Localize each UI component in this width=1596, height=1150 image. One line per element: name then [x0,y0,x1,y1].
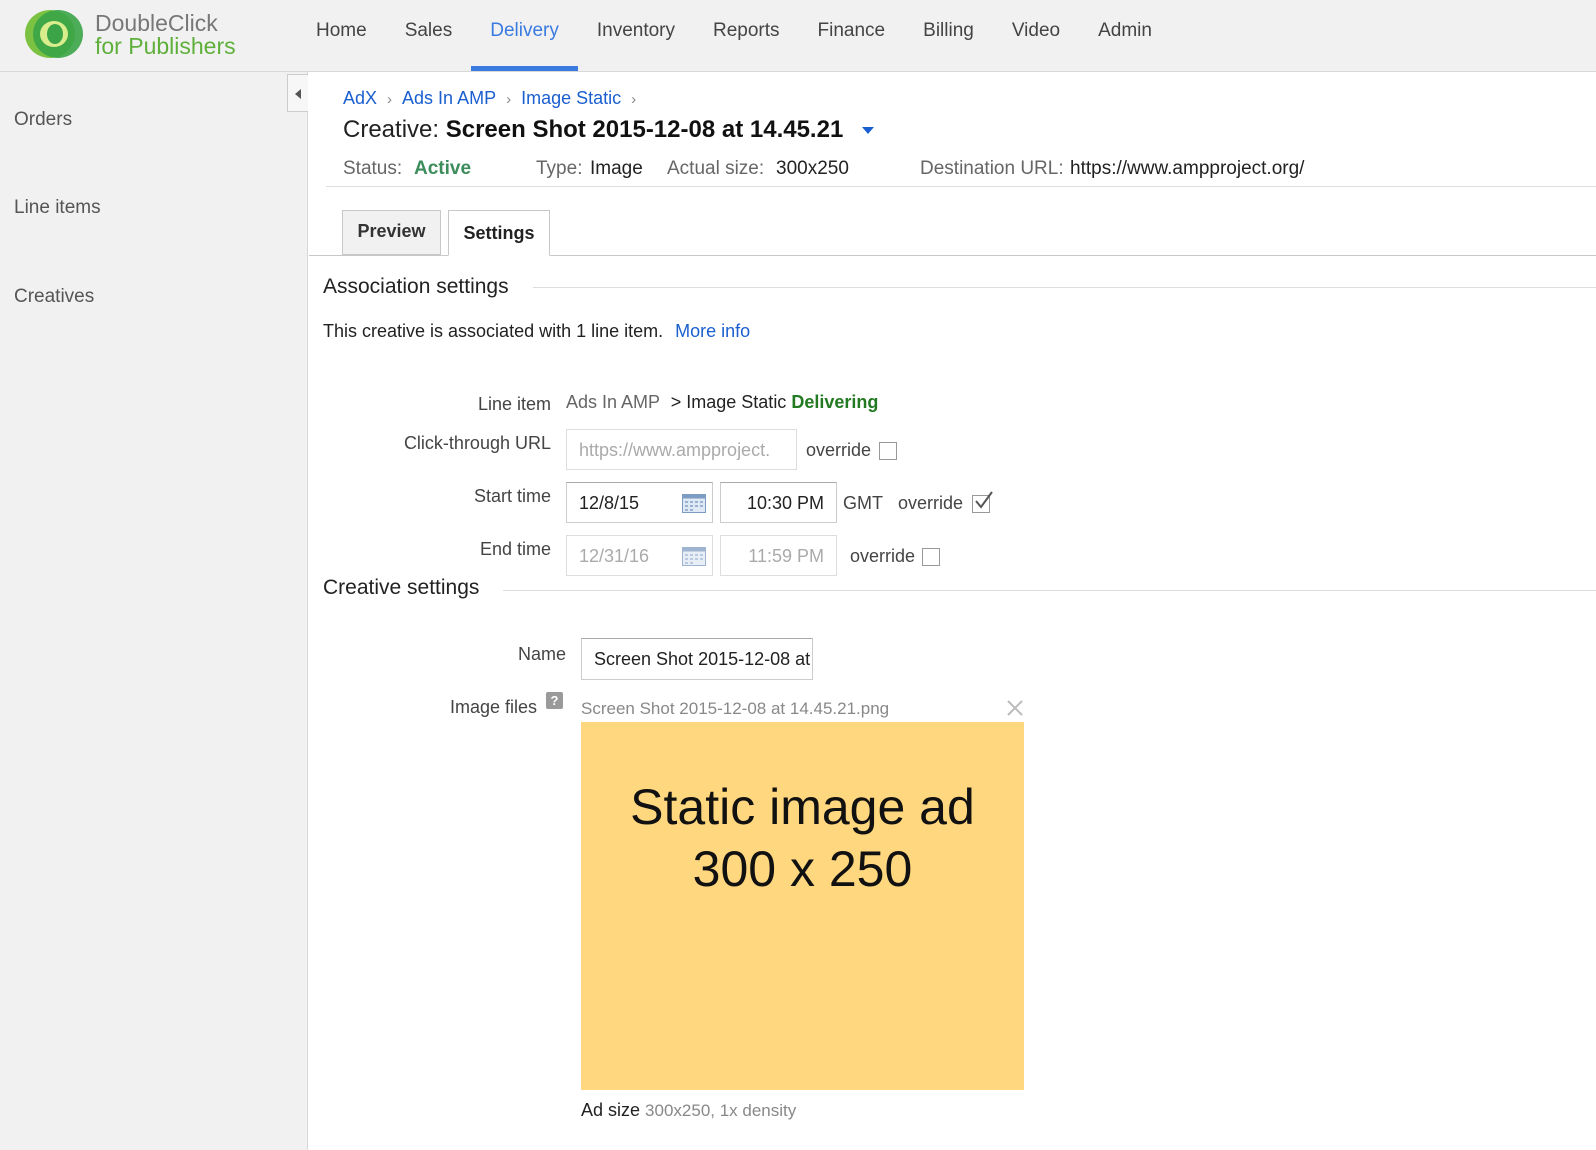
logo-line-1: DoubleClick [95,10,218,36]
association-settings-heading: Association settings [323,275,509,298]
start-time-input[interactable]: 10:30 PM [720,482,837,523]
nav-finance[interactable]: Finance [799,0,905,72]
nav-admin[interactable]: Admin [1079,0,1171,72]
start-override-checkbox[interactable] [972,491,993,513]
ad-image-preview: Static image ad 300 x 250 [581,722,1024,1090]
timezone-label: GMT [843,493,883,513]
logo-text: DoubleClick for Publishers [95,12,236,58]
start-time-label: Start time [473,486,551,506]
destination-url: https://www.ampproject.org/ [1070,158,1305,179]
association-text: This creative is associated with 1 line … [323,321,750,342]
checkmark-icon [975,491,993,509]
line-item-name[interactable]: Image Static [686,392,786,412]
breadcrumb: AdX › Ads In AMP › Image Static › [343,88,646,109]
breadcrumb-separator: › [506,91,512,108]
end-date-input[interactable]: 12/31/16 [566,535,713,576]
calendar-icon[interactable] [682,494,706,513]
start-override-label: override [898,493,964,513]
creative-summary: Status: Active Type: Image Actual size: … [343,158,1596,188]
breadcrumb-separator: › [387,91,393,108]
end-time-input[interactable]: 11:59 PM [720,535,837,576]
end-override-checkbox[interactable] [922,548,940,566]
ad-size-value: 300x250, 1x density [645,1101,797,1120]
breadcrumb-ads-in-amp[interactable]: Ads In AMP [402,88,496,108]
end-override-label: override [850,546,916,566]
sidebar-collapse-button[interactable] [287,74,308,112]
start-date-value: 12/8/15 [579,493,640,513]
line-item-order-link[interactable]: Ads In AMP [566,392,660,412]
divider [503,590,1596,591]
chevron-left-icon [295,89,301,99]
top-bar: DoubleClick for Publishers Home Sales De… [0,0,1596,72]
size-label: Actual size: [667,158,765,179]
line-item-label: Line item [477,394,551,414]
nav-reports[interactable]: Reports [694,0,799,72]
size-value: 300x250 [776,158,849,179]
image-file-name: Screen Shot 2015-12-08 at 14.45.21.png [581,699,890,718]
association-description: This creative is associated with 1 line … [323,321,664,341]
tab-bar: Preview Settings [309,210,1596,256]
click-through-url-label: Click-through URL [403,433,551,453]
line-item-path: Ads In AMP > Image Static Delivering [566,392,878,413]
tab-settings[interactable]: Settings [448,210,550,256]
nav-sales[interactable]: Sales [386,0,472,72]
creative-name-title: Screen Shot 2015-12-08 at 14.45.21 [445,116,844,143]
end-time-label: End time [479,539,551,559]
title-prefix: Creative: [343,116,440,143]
type-label: Type: [536,158,583,179]
sidebar-item-orders[interactable]: Orders [14,109,72,131]
tab-preview[interactable]: Preview [342,210,441,255]
close-icon[interactable] [1005,698,1025,718]
nav-delivery[interactable]: Delivery [471,0,578,72]
main-content: AdX › Ads In AMP › Image Static › Creative: S… [309,72,1596,1150]
name-label: Name [517,644,566,664]
click-through-override-label: override [806,440,872,460]
app-logo[interactable]: DoubleClick for Publishers [24,6,264,62]
ad-size-info: Ad size 300x250, 1x density [581,1100,796,1121]
main-nav: Home Sales Delivery Inventory Reports Fi… [297,0,1171,72]
click-through-override-checkbox[interactable] [879,442,897,460]
line-item-arrow: > [670,392,682,412]
caret-down-icon[interactable] [861,126,874,135]
ad-size-label: Ad size [581,1100,641,1120]
breadcrumb-image-static[interactable]: Image Static [521,88,621,108]
sidebar-item-creatives[interactable]: Creatives [14,286,94,308]
divider [326,186,1596,187]
logo-icon [25,10,83,58]
calendar-icon[interactable] [682,547,706,566]
divider [533,287,1596,288]
creative-settings-heading: Creative settings [323,576,480,599]
breadcrumb-adx[interactable]: AdX [343,88,377,108]
logo-line-2: for Publishers [95,33,236,59]
destination-label: Destination URL: [920,158,1064,179]
page-title: Creative: Screen Shot 2015-12-08 at 14.4… [343,116,874,144]
help-icon[interactable]: ? [546,692,563,709]
nav-inventory[interactable]: Inventory [578,0,694,72]
start-date-input[interactable]: 12/8/15 [566,482,713,523]
sidebar-item-line-items[interactable]: Line items [14,197,101,219]
nav-home[interactable]: Home [297,0,386,72]
creative-name-input[interactable]: Screen Shot 2015-12-08 at 14.45.21 [581,638,813,680]
type-value: Image [590,158,643,179]
ad-text-line-1: Static image ad [630,779,975,835]
click-through-url-input[interactable]: https://www.ampproject. [566,429,797,470]
line-item-status: Delivering [791,392,879,412]
breadcrumb-separator: › [631,91,637,108]
status-badge: Active [414,158,472,179]
ad-text-line-2: 300 x 250 [692,841,913,897]
more-info-link[interactable]: More info [675,321,750,341]
nav-billing[interactable]: Billing [904,0,993,72]
nav-video[interactable]: Video [993,0,1079,72]
image-files-label: Image files [449,697,537,717]
status-label: Status: [343,158,403,179]
end-date-value: 12/31/16 [579,546,650,566]
sidebar: Orders Line items Creatives [0,72,308,1150]
